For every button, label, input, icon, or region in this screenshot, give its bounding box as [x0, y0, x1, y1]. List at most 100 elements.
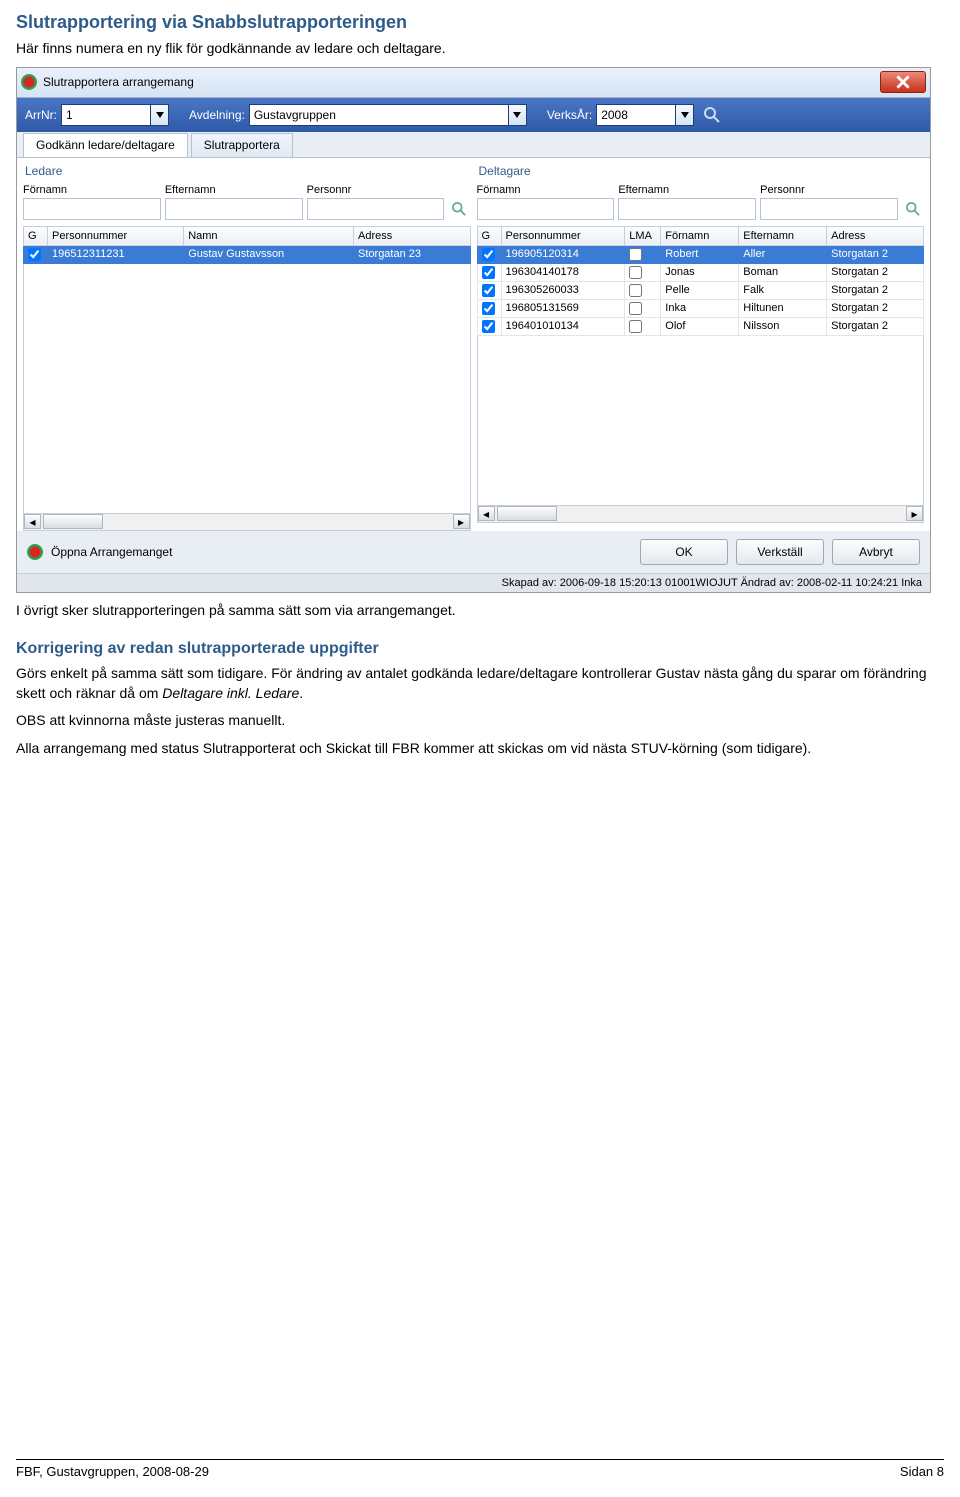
deltagare-search-button[interactable] — [902, 198, 924, 220]
ledare-efternamn-label: Efternamn — [165, 182, 303, 198]
app-icon — [27, 544, 43, 560]
col-adress[interactable]: Adress — [354, 226, 470, 245]
ledare-efternamn-input[interactable] — [165, 198, 303, 220]
titlebar: Slutrapportera arrangemang — [17, 68, 930, 98]
scroll-right[interactable]: ▸ — [453, 514, 470, 529]
arrnr-input[interactable]: 1 — [61, 104, 151, 126]
toolbar-search-button[interactable] — [702, 105, 722, 125]
search-icon — [452, 202, 466, 216]
lma-checkbox[interactable] — [629, 248, 642, 261]
g-checkbox[interactable] — [482, 284, 495, 297]
col-personnummer[interactable]: Personnummer — [501, 226, 625, 245]
deltagare-personnr-input[interactable] — [760, 198, 898, 220]
window-title: Slutrapportera arrangemang — [43, 75, 880, 89]
table-row[interactable]: 196304140178JonasBomanStorgatan 2 — [477, 263, 924, 281]
ok-button[interactable]: OK — [640, 539, 728, 565]
cell-fornamn: Olof — [661, 317, 739, 335]
scroll-left[interactable]: ◂ — [24, 514, 41, 529]
search-icon — [704, 107, 720, 123]
g-checkbox[interactable] — [482, 320, 495, 333]
lma-checkbox[interactable] — [629, 284, 642, 297]
cell-adress: Storgatan 2 — [827, 317, 924, 335]
table-row[interactable]: 196905120314RobertAllerStorgatan 2 — [477, 245, 924, 263]
col-g[interactable]: G — [24, 226, 48, 245]
cell-fornamn: Pelle — [661, 281, 739, 299]
ledare-grid[interactable]: G Personnummer Namn Adress 196512311231 … — [23, 226, 471, 264]
scroll-thumb[interactable] — [497, 506, 557, 521]
cell-efternamn: Boman — [739, 263, 827, 281]
ledare-fornamn-label: Förnamn — [23, 182, 161, 198]
ledare-scrollbar[interactable]: ◂ ▸ — [23, 514, 471, 531]
app-window: Slutrapportera arrangemang ArrNr: 1 Avde… — [16, 67, 931, 593]
avdelning-label: Avdelning: — [189, 108, 245, 122]
app-icon — [21, 74, 37, 90]
table-row[interactable]: 196512311231 Gustav Gustavsson Storgatan… — [24, 245, 471, 263]
lma-checkbox[interactable] — [629, 266, 642, 279]
ledare-pane: Ledare Förnamn Efternamn Personnr — [23, 162, 471, 531]
p1-italic: Deltagare inkl. Ledare — [162, 685, 299, 701]
verksar-label: VerksÅr: — [547, 108, 592, 122]
deltagare-efternamn-input[interactable] — [618, 198, 756, 220]
cell-fornamn: Inka — [661, 299, 739, 317]
cell-efternamn: Aller — [739, 245, 827, 263]
paragraph-1: Görs enkelt på samma sätt som tidigare. … — [16, 664, 944, 703]
verksar-select[interactable]: 2008 — [596, 104, 676, 126]
bottom-bar: Öppna Arrangemanget OK Verkställ Avbryt — [17, 531, 930, 573]
deltagare-fornamn-input[interactable] — [477, 198, 615, 220]
p1-part-b: . — [299, 685, 303, 701]
verkstall-button[interactable]: Verkställ — [736, 539, 824, 565]
deltagare-personnr-label: Personnr — [760, 182, 898, 198]
deltagare-scrollbar[interactable]: ◂ ▸ — [477, 506, 925, 523]
scroll-thumb[interactable] — [43, 514, 103, 529]
toolbar: ArrNr: 1 Avdelning: Gustavgruppen VerksÅ… — [17, 98, 930, 132]
avdelning-select[interactable]: Gustavgruppen — [249, 104, 509, 126]
avdelning-dropdown[interactable] — [509, 104, 527, 126]
g-checkbox[interactable] — [482, 302, 495, 315]
search-icon — [906, 202, 920, 216]
g-checkbox[interactable] — [482, 248, 495, 261]
arrnr-label: ArrNr: — [25, 108, 57, 122]
deltagare-efternamn-label: Efternamn — [618, 182, 756, 198]
arrnr-dropdown[interactable] — [151, 104, 169, 126]
deltagare-grid[interactable]: G Personnummer LMA Förnamn Efternamn Adr… — [477, 226, 925, 336]
col-namn[interactable]: Namn — [184, 226, 354, 245]
cell-efternamn: Falk — [739, 281, 827, 299]
status-bar: Skapad av: 2006-09-18 15:20:13 01001WIOJ… — [17, 573, 930, 592]
col-fornamn[interactable]: Förnamn — [661, 226, 739, 245]
table-row[interactable]: 196805131569InkaHiltunenStorgatan 2 — [477, 299, 924, 317]
heading-1: Slutrapportering via Snabbslutrapporteri… — [16, 12, 944, 33]
col-g[interactable]: G — [477, 226, 501, 245]
verksar-dropdown[interactable] — [676, 104, 694, 126]
table-row[interactable]: 196305260033PelleFalkStorgatan 2 — [477, 281, 924, 299]
lma-checkbox[interactable] — [629, 320, 642, 333]
col-lma[interactable]: LMA — [625, 226, 661, 245]
tab-slutrapportera[interactable]: Slutrapportera — [191, 133, 293, 157]
col-adress[interactable]: Adress — [827, 226, 924, 245]
scroll-right[interactable]: ▸ — [906, 506, 923, 521]
deltagare-title: Deltagare — [477, 162, 925, 182]
ledare-personnr-input[interactable] — [307, 198, 445, 220]
after-image-text: I övrigt sker slutrapporteringen på samm… — [16, 601, 944, 621]
ledare-fornamn-input[interactable] — [23, 198, 161, 220]
chevron-down-icon — [513, 112, 521, 118]
tab-strip: Godkänn ledare/deltagare Slutrapportera — [17, 132, 930, 158]
g-checkbox[interactable] — [482, 266, 495, 279]
close-icon — [896, 75, 910, 89]
tab-godkann[interactable]: Godkänn ledare/deltagare — [23, 133, 188, 157]
g-checkbox[interactable] — [28, 248, 41, 261]
col-personnummer[interactable]: Personnummer — [48, 226, 184, 245]
cell-fornamn: Jonas — [661, 263, 739, 281]
paragraph-2: OBS att kvinnorna måste justeras manuell… — [16, 711, 944, 731]
col-efternamn[interactable]: Efternamn — [739, 226, 827, 245]
ledare-search-button[interactable] — [448, 198, 470, 220]
table-row[interactable]: 196401010134OlofNilssonStorgatan 2 — [477, 317, 924, 335]
cell-adress: Storgatan 2 — [827, 299, 924, 317]
close-button[interactable] — [880, 71, 926, 93]
avbryt-button[interactable]: Avbryt — [832, 539, 920, 565]
cell-personnummer: 196512311231 — [48, 245, 184, 263]
cell-personnummer: 196304140178 — [501, 263, 625, 281]
scroll-left[interactable]: ◂ — [478, 506, 495, 521]
open-arrangement-link[interactable]: Öppna Arrangemanget — [51, 545, 632, 559]
cell-efternamn: Nilsson — [739, 317, 827, 335]
lma-checkbox[interactable] — [629, 302, 642, 315]
